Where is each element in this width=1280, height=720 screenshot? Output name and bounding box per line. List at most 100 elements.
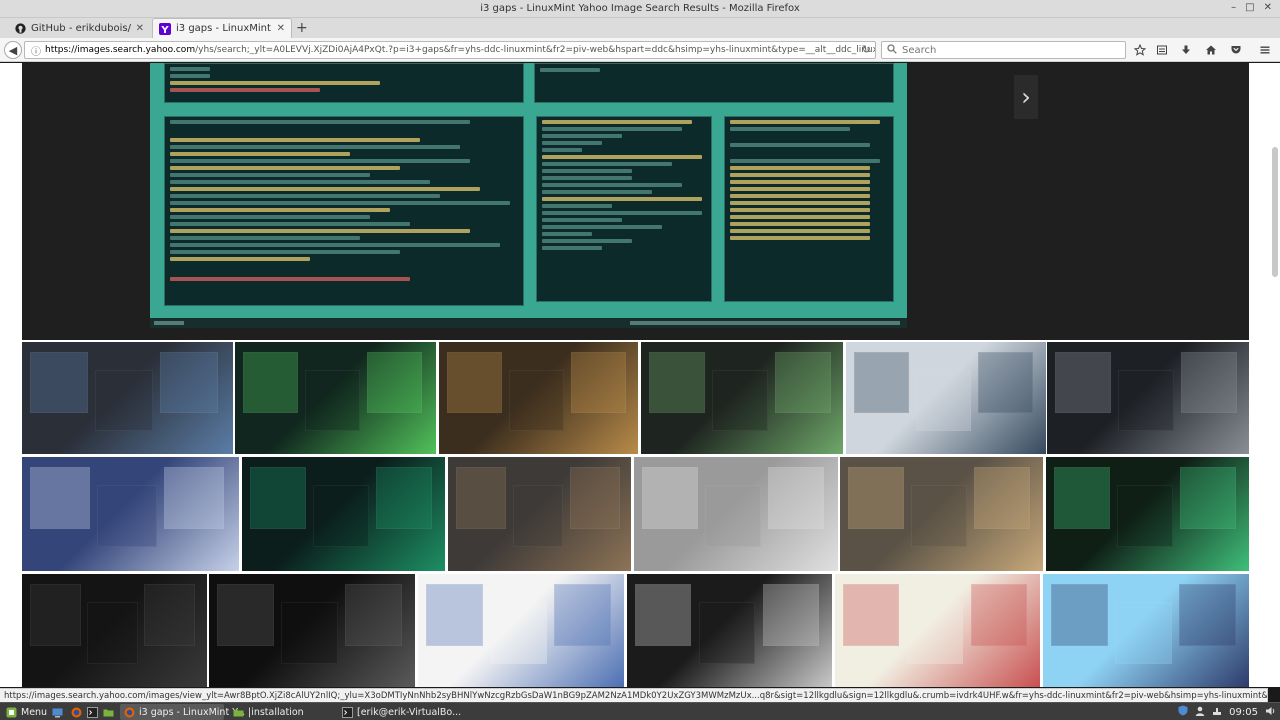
image-thumbnail[interactable] — [627, 574, 832, 687]
thumbnail-detail — [554, 584, 611, 646]
download-icon[interactable] — [1178, 42, 1194, 58]
navigation-bar: ◀ ⓘ https://images.search.yahoo.com/yhs/… — [0, 38, 1280, 62]
thumbnail-detail — [243, 352, 298, 413]
reload-button[interactable]: ↻ — [862, 43, 871, 56]
user-icon[interactable] — [1195, 706, 1205, 719]
thumbnail-detail — [164, 467, 224, 529]
image-thumbnail[interactable] — [448, 457, 631, 571]
thumbnail-detail — [87, 602, 138, 664]
terminal-icon — [87, 706, 98, 718]
image-thumbnail[interactable] — [1046, 457, 1249, 571]
close-window-button[interactable]: ✕ — [1264, 2, 1272, 13]
url-bar[interactable]: ⓘ https://images.search.yahoo.com/yhs/se… — [24, 41, 876, 59]
status-link-url: https://images.search.yahoo.com/images/v… — [0, 688, 1268, 702]
thumbnail-detail — [426, 584, 483, 646]
terminal-icon — [342, 706, 353, 718]
image-thumbnail[interactable] — [840, 457, 1043, 571]
start-menu-button[interactable]: Menu — [2, 704, 51, 720]
tab-yahoo[interactable]: Y i3 gaps - LinuxMint Yahoo I ✕ — [152, 18, 292, 38]
terminal-pane — [164, 63, 524, 103]
star-icon[interactable] — [1132, 42, 1148, 58]
thumbnail-detail — [768, 467, 824, 529]
image-thumbnail[interactable] — [418, 574, 624, 687]
files-launcher[interactable] — [99, 704, 122, 720]
thumbnail-detail — [911, 485, 967, 547]
thumbnail-detail — [971, 584, 1027, 646]
volume-icon[interactable] — [1265, 706, 1276, 719]
firefox-icon — [124, 707, 135, 718]
image-thumbnail[interactable] — [1047, 342, 1249, 454]
thumbnail-detail — [447, 352, 502, 413]
scrollbar-thumb[interactable] — [1272, 147, 1278, 277]
reading-list-icon[interactable] — [1154, 42, 1170, 58]
tab-label: GitHub - erikdubois/LinuxM — [31, 22, 132, 34]
image-thumbnail[interactable] — [22, 574, 207, 687]
taskbar-app-files[interactable]: |installation — [229, 704, 333, 720]
image-thumbnail[interactable] — [1043, 574, 1249, 687]
image-thumbnail[interactable] — [22, 457, 239, 571]
thumbnail-detail — [345, 584, 402, 646]
image-thumbnail[interactable] — [641, 342, 843, 454]
image-thumbnail[interactable] — [242, 457, 445, 571]
thumbnail-detail — [456, 467, 506, 529]
thumbnail-detail — [763, 584, 819, 646]
new-tab-button[interactable]: + — [296, 20, 308, 36]
tab-close-button[interactable]: ✕ — [136, 23, 144, 34]
thumbnail-detail — [635, 584, 691, 646]
url-path: /yhs/search;_ylt=A0LEVVj.XjZDi0AjA4PxQt.… — [195, 45, 875, 55]
maximize-button[interactable]: □ — [1245, 2, 1254, 13]
page-content: › — [0, 63, 1280, 687]
thumbnail-detail — [313, 485, 369, 547]
image-thumbnail[interactable] — [835, 574, 1040, 687]
image-viewer[interactable]: › — [22, 63, 1249, 340]
taskbar-app-terminal[interactable]: [erik@erik-VirtualBo... — [338, 704, 461, 720]
thumbnail-detail — [305, 370, 360, 431]
thumbnail-detail — [848, 467, 904, 529]
search-input[interactable] — [902, 44, 1102, 56]
preview-image[interactable] — [150, 63, 907, 328]
network-icon[interactable] — [1212, 706, 1222, 719]
terminal-pane — [534, 63, 894, 103]
thumbnail-detail — [571, 352, 626, 413]
thumbnail-detail — [97, 485, 157, 547]
thumbnail-detail — [642, 467, 698, 529]
taskbar-app-label: |installation — [248, 706, 304, 718]
minimize-button[interactable]: – — [1231, 2, 1236, 13]
next-image-button[interactable]: › — [1014, 75, 1038, 119]
pocket-icon[interactable] — [1228, 42, 1244, 58]
image-thumbnail[interactable] — [634, 457, 838, 571]
image-thumbnail[interactable] — [846, 342, 1046, 454]
taskbar-app-label: [erik@erik-VirtualBo... — [357, 706, 462, 718]
search-icon — [887, 43, 897, 57]
thumbnail-detail — [1115, 602, 1172, 664]
thumbnail-detail — [699, 602, 755, 664]
url-host: https://images.search.yahoo.com — [45, 45, 196, 55]
thumbnail-detail — [160, 352, 218, 413]
shield-icon[interactable] — [1178, 705, 1188, 719]
clock[interactable]: 09:05 — [1229, 707, 1258, 718]
image-thumbnail[interactable] — [209, 574, 415, 687]
window-title: i3 gaps - LinuxMint Yahoo Image Search R… — [480, 3, 800, 14]
tab-github[interactable]: GitHub - erikdubois/LinuxM ✕ — [8, 18, 150, 38]
scrollbar-track[interactable] — [1249, 63, 1280, 340]
image-thumbnail[interactable] — [439, 342, 638, 454]
thumbnail-detail — [490, 602, 547, 664]
search-bar[interactable] — [881, 41, 1126, 59]
image-thumbnail[interactable] — [22, 342, 233, 454]
thumbnail-detail — [1181, 352, 1237, 413]
thumbnail-detail — [974, 467, 1030, 529]
tab-label: i3 gaps - LinuxMint Yahoo I — [176, 23, 273, 34]
thumbnail-detail — [144, 584, 195, 646]
window-titlebar: i3 gaps - LinuxMint Yahoo Image Search R… — [0, 0, 1280, 18]
tab-close-button[interactable]: ✕ — [277, 23, 285, 34]
home-icon[interactable] — [1203, 42, 1219, 58]
thumbnail-detail — [705, 485, 761, 547]
menu-icon[interactable] — [1257, 42, 1273, 58]
image-thumbnail[interactable] — [235, 342, 436, 454]
thumbnail-detail — [1051, 584, 1108, 646]
back-button[interactable]: ◀ — [4, 41, 22, 59]
info-icon[interactable]: ⓘ — [31, 43, 41, 58]
menu-label: Menu — [21, 706, 48, 718]
thumbnail-detail — [1179, 584, 1236, 646]
taskbar-app-firefox[interactable]: i3 gaps - LinuxMint Y... — [120, 704, 245, 720]
